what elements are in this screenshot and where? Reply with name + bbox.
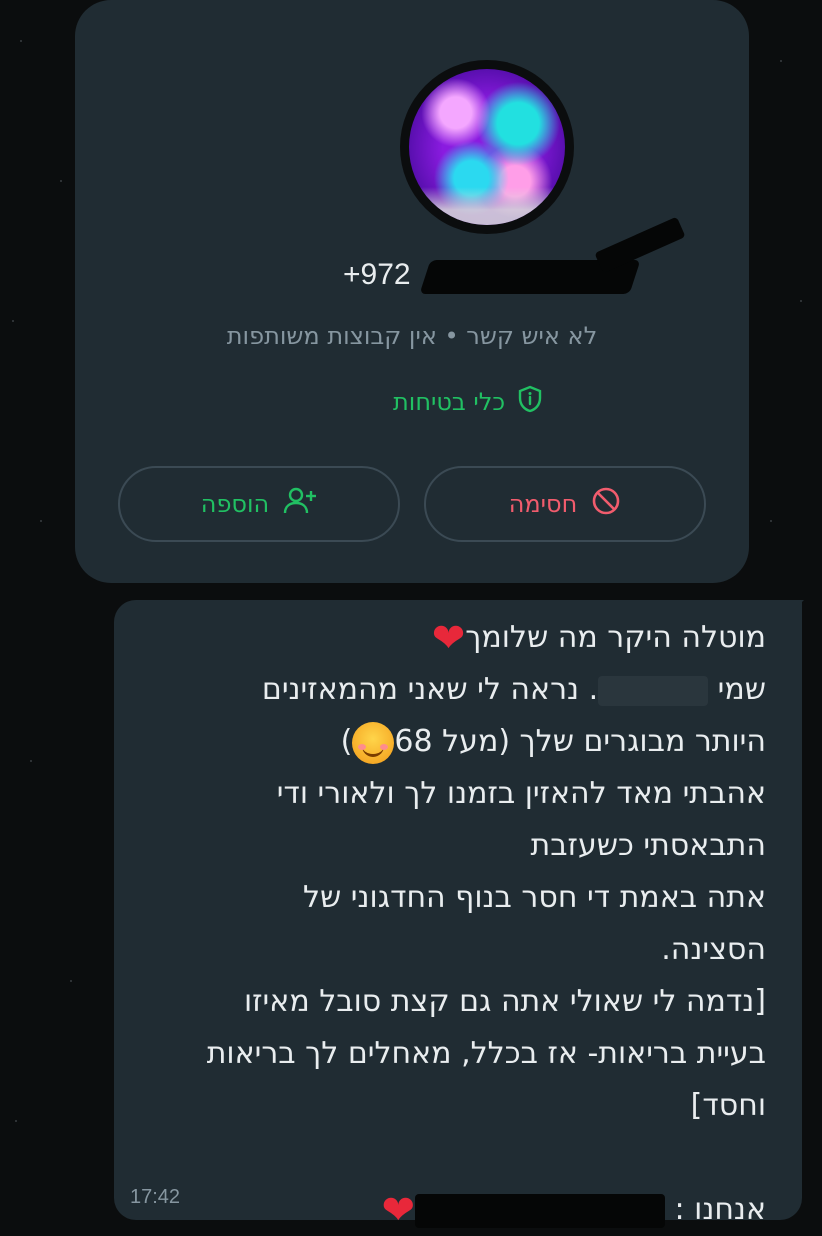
block-button[interactable]: חסימה	[424, 466, 706, 542]
redaction-scribble	[594, 216, 686, 274]
message-line: בעיית בריאות- אז בכלל, מאחלים לך בריאות	[206, 1036, 766, 1071]
shield-icon	[517, 385, 543, 419]
message-line: שמי . נראה לי שאני מהמאזינים	[261, 672, 766, 707]
block-label: חסימה	[508, 490, 578, 518]
add-label: הוספה	[200, 490, 270, 518]
safety-tools-link[interactable]: כלי בטיחות	[393, 382, 543, 422]
message-line: [נדמה לי שאולי אתה גם קצת סובל מאיזו	[244, 984, 766, 1019]
heart-emoji: ❤	[431, 615, 466, 662]
contact-status-text: לא איש קשר • אין קבוצות משותפות	[226, 322, 598, 350]
phone-row: +972	[75, 216, 749, 298]
message-line: התבאסתי כשעזבת	[530, 828, 767, 863]
add-contact-button[interactable]: הוספה	[118, 466, 400, 542]
add-person-icon	[283, 486, 317, 522]
message-timestamp: 17:42	[130, 1186, 181, 1208]
message-text: מוטלה היקר מה שלומך❤ שמי . נראה לי שאני …	[116, 612, 766, 1236]
message-line: היותר מבוגרים שלך (מעל 68)	[116, 716, 766, 768]
message-line: וחסד]	[690, 1088, 766, 1123]
heart-emoji: ❤	[381, 1187, 415, 1234]
smiling-blush-emoji	[352, 721, 395, 764]
message-line: אתה באמת די חסר בנוף החדגוני של	[302, 880, 766, 915]
block-icon	[591, 486, 621, 522]
message-line: הסצינה.	[661, 932, 766, 967]
message-line: אהבתי מאד להאזין בזמנו לך ולאורי ודי	[276, 776, 766, 811]
bubble-tail	[788, 600, 804, 616]
message-line: מוטלה היקר מה שלומך❤	[431, 615, 766, 662]
phone-number-prefix: +972	[343, 258, 411, 291]
avatar[interactable]	[409, 69, 565, 225]
message-line: אנחנו : ❤	[381, 1187, 766, 1234]
redacted-names	[414, 1193, 665, 1228]
contact-info-card: +972 לא איש קשר • אין קבוצות משותפות כלי…	[75, 0, 749, 583]
redacted-name	[598, 675, 709, 706]
safety-tools-label: כלי בטיחות	[393, 388, 506, 416]
